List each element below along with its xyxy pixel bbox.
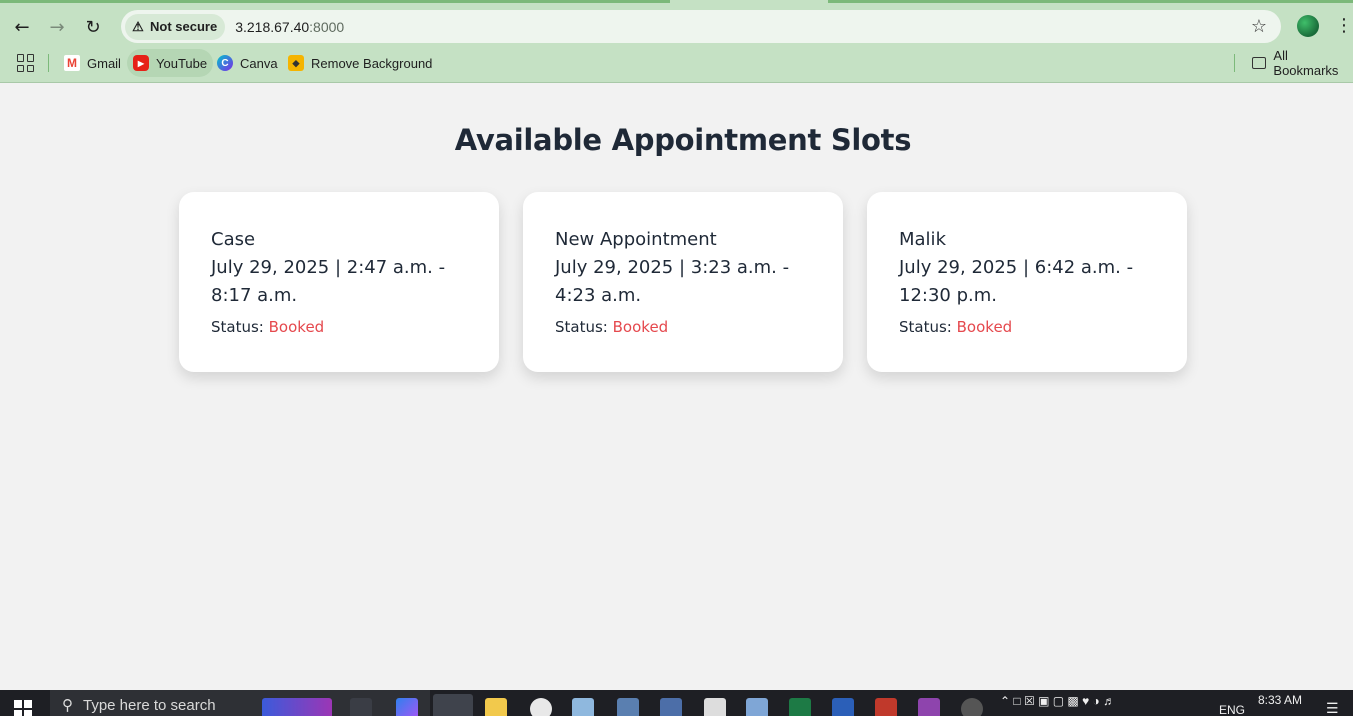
- word-icon[interactable]: [832, 698, 854, 716]
- file-explorer-icon[interactable]: [485, 698, 507, 716]
- all-bookmarks-label: All Bookmarks: [1273, 48, 1339, 78]
- notification-icon[interactable]: ☰: [1326, 700, 1339, 716]
- slot-status: Status: Booked: [211, 318, 467, 336]
- warning-icon: ⚠: [132, 18, 144, 34]
- tab-indicator: [0, 0, 670, 3]
- youtube-icon: ▶: [133, 55, 149, 71]
- status-badge: Booked: [956, 318, 1013, 336]
- app-icon[interactable]: [660, 698, 682, 716]
- tab-indicator: [828, 0, 1353, 3]
- tray-icons[interactable]: ⌃ □ ☒ ▣ ▢ ▩ ♥ ◑ ♬: [1000, 694, 1115, 708]
- paint-icon[interactable]: [746, 698, 768, 716]
- reload-button[interactable]: ↻: [79, 13, 107, 41]
- security-indicator[interactable]: ⚠ Not secure: [125, 13, 226, 40]
- status-label: Status:: [555, 318, 608, 336]
- media-player-icon[interactable]: [961, 698, 983, 716]
- bookmark-label: YouTube: [156, 55, 208, 71]
- slot-status: Status: Booked: [555, 318, 811, 336]
- profile-avatar-icon[interactable]: [1297, 15, 1319, 37]
- bookmark-label: Canva: [240, 55, 278, 71]
- status-badge: Booked: [612, 318, 669, 336]
- bookmark-remove-background[interactable]: ◆ Remove Background: [282, 49, 438, 77]
- slot-card: New Appointment July 29, 2025 | 3:23 a.m…: [523, 192, 843, 372]
- tab-strip: [0, 0, 1353, 9]
- slot-card: Malik July 29, 2025 | 6:42 a.m. - 12:30 …: [867, 192, 1187, 372]
- calculator-icon[interactable]: [617, 698, 639, 716]
- slot-name: Malik: [899, 229, 946, 250]
- security-label: Not secure: [150, 19, 218, 34]
- copilot-icon[interactable]: [396, 698, 418, 716]
- slot-card: Case July 29, 2025 | 2:47 a.m. - 8:17 a.…: [179, 192, 499, 372]
- slot-time: July 29, 2025 | 2:47 a.m. - 8:17 a.m.: [211, 257, 446, 306]
- browser-toolbar: ← → ↻ ⚠ Not secure 3.218.67.40:8000 ☆ ⋮: [0, 9, 1353, 44]
- app-icon[interactable]: [875, 698, 897, 716]
- url-text[interactable]: 3.218.67.40:8000: [235, 19, 344, 35]
- search-icon: ⚲: [62, 697, 73, 714]
- menu-kebab-icon[interactable]: ⋮: [1335, 15, 1353, 37]
- back-button[interactable]: ←: [8, 13, 36, 41]
- page-title: Available Appointment Slots: [454, 123, 912, 157]
- app-icon[interactable]: [530, 698, 552, 716]
- gmail-icon: M: [64, 55, 80, 71]
- slot-time: July 29, 2025 | 3:23 a.m. - 4:23 a.m.: [555, 257, 790, 306]
- slot-time: July 29, 2025 | 6:42 a.m. - 12:30 p.m.: [899, 257, 1134, 306]
- chrome-icon[interactable]: [433, 694, 473, 716]
- search-placeholder: Type here to search: [83, 696, 216, 714]
- address-bar[interactable]: ⚠ Not secure 3.218.67.40:8000 ☆: [121, 10, 1281, 43]
- arrow-right-icon: →: [49, 16, 65, 38]
- notepad-icon[interactable]: [572, 698, 594, 716]
- url-port: :8000: [309, 18, 345, 35]
- slot-name: New Appointment: [555, 229, 717, 250]
- bookmark-label: Remove Background: [311, 55, 433, 71]
- bookmarks-divider: [1234, 54, 1235, 72]
- excel-icon[interactable]: [789, 698, 811, 716]
- canva-icon: C: [217, 55, 233, 71]
- arrow-left-icon: ←: [14, 16, 30, 38]
- task-view-icon[interactable]: [350, 698, 372, 716]
- status-label: Status:: [211, 318, 264, 336]
- bookmark-youtube[interactable]: ▶ YouTube: [127, 49, 214, 77]
- widget-icon[interactable]: [262, 698, 332, 716]
- security-icon[interactable]: [704, 698, 726, 716]
- app-icon[interactable]: [918, 698, 940, 716]
- slot-name: Case: [211, 229, 256, 250]
- bookmark-canva[interactable]: C Canva: [211, 49, 284, 77]
- status-badge: Booked: [268, 318, 325, 336]
- language-indicator[interactable]: ENG: [1219, 703, 1245, 716]
- folder-icon: [1252, 57, 1267, 69]
- apps-grid-icon[interactable]: [17, 54, 35, 72]
- taskbar-search-input[interactable]: ⚲ Type here to search: [50, 690, 430, 716]
- remove-background-icon: ◆: [288, 55, 304, 71]
- reload-icon: ↻: [85, 16, 101, 38]
- slot-cards: Case July 29, 2025 | 2:47 a.m. - 8:17 a.…: [179, 192, 1187, 372]
- bookmark-label: Gmail: [87, 55, 121, 71]
- all-bookmarks-button[interactable]: All Bookmarks: [1246, 48, 1353, 78]
- slot-status: Status: Booked: [899, 318, 1155, 336]
- bookmark-star-icon[interactable]: ☆: [1251, 16, 1267, 37]
- windows-start-icon[interactable]: [14, 700, 32, 716]
- bookmarks-bar: M Gmail ▶ YouTube C Canva ◆ Remove Backg…: [0, 44, 1353, 83]
- status-label: Status:: [899, 318, 952, 336]
- url-host: 3.218.67.40: [235, 18, 310, 35]
- clock[interactable]: 8:33 AM: [1258, 693, 1302, 707]
- windows-taskbar: ⚲ Type here to search ⌃ □ ☒ ▣ ▢ ▩ ♥ ◑ ♬ …: [0, 690, 1353, 716]
- bookmarks-divider: [48, 54, 49, 72]
- bookmark-gmail[interactable]: M Gmail: [58, 49, 127, 77]
- forward-button[interactable]: →: [43, 13, 71, 41]
